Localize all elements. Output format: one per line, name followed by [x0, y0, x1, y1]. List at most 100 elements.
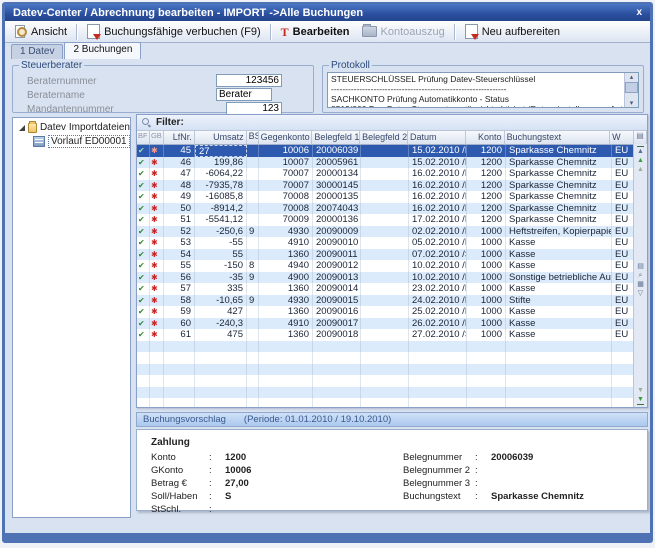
table-row[interactable]: ✔✱56-35949002009001310.02.2010 /Mi1000So…	[137, 272, 647, 284]
kontoauszug-button[interactable]: Kontoauszug	[356, 24, 451, 40]
cell-datum: 07.02.2010 /So	[409, 249, 467, 261]
scroll-up-page-icon[interactable]: ▲	[637, 165, 644, 174]
column-header-lfnr-[interactable]: LfNr.	[164, 131, 195, 145]
table-row[interactable]	[137, 398, 647, 408]
scroll-first-arrow-icon[interactable]: ▲	[637, 147, 644, 156]
protokoll-scrollbar[interactable]: ▴ ▾	[624, 73, 638, 107]
cell-lfnr	[164, 398, 195, 408]
table-row[interactable]: ✔✱5942713602009001625.02.2010 /Do1000Kas…	[137, 306, 647, 318]
column-header-bs[interactable]: BS	[247, 131, 259, 145]
table-row[interactable]	[137, 387, 647, 399]
tree-root-item[interactable]: Datev Importdateien	[19, 122, 130, 133]
table-row[interactable]: ✔✱48-7935,78700073000014516.02.2010 /Di1…	[137, 180, 647, 192]
cell-belegfeld1: 20090009	[313, 226, 361, 238]
table-row[interactable]	[137, 364, 647, 376]
column-header-konto[interactable]: Konto	[466, 131, 505, 145]
cell-bs: 9	[247, 272, 259, 284]
column-header-gb[interactable]: GB	[150, 131, 164, 145]
column-header-w[interactable]: W	[610, 131, 634, 145]
table-row[interactable]: ✔✱55-150849402009001210.02.2010 /Mi1000K…	[137, 260, 647, 272]
table-row[interactable]: ✔✱49-16085,8700082000013516.02.2010 /Di1…	[137, 191, 647, 203]
vorschlag-left-row: Soll/Haben:S	[151, 490, 251, 503]
bf-check-icon: ✔	[138, 204, 145, 213]
table-row[interactable]: ✔✱47-6064,22700072000013416.02.2010 /Di1…	[137, 168, 647, 180]
cell-belegfeld2	[361, 180, 409, 192]
cell-gb: ✱	[150, 214, 164, 226]
ansicht-button[interactable]: Ansicht	[9, 23, 73, 40]
cell-gegenkonto: 1360	[259, 249, 313, 261]
scroll-down-icon[interactable]: ▾	[630, 99, 634, 107]
field-value: 10006	[225, 465, 251, 476]
scroll-down-page-icon[interactable]: ▼	[637, 386, 644, 395]
cell-buchungstext: Sonstige betriebliche Aufwendu	[506, 272, 612, 284]
beratername-field[interactable]	[216, 88, 272, 101]
table-row[interactable]	[137, 341, 647, 353]
mandantennummer-label: Mandantennummer	[27, 104, 114, 115]
scroll-up-icon[interactable]: ▲	[637, 156, 644, 165]
list-view-icon[interactable]: ▦	[637, 280, 644, 289]
tree-expander-icon[interactable]	[19, 125, 25, 131]
scrollbar-thumb[interactable]	[625, 82, 638, 93]
table-row[interactable]: ✔✱5733513602009001423.02.2010 /Di1000Kas…	[137, 283, 647, 295]
filter-funnel-icon[interactable]: ▽	[638, 289, 643, 298]
tree-child-item[interactable]: Vorlauf ED00001	[33, 135, 130, 148]
cell-datum	[409, 375, 467, 387]
cell-umsatz: -250,6	[195, 226, 247, 238]
cell-buchungstext	[506, 352, 612, 364]
scroll-up-icon[interactable]: ▴	[630, 73, 634, 81]
bearbeiten-button[interactable]: T Bearbeiten	[275, 24, 356, 40]
column-header-gegenkonto[interactable]: Gegenkonto	[259, 131, 313, 145]
verbuchen-button[interactable]: Buchungsfähige verbuchen (F9)	[81, 22, 267, 41]
table-row[interactable]	[137, 352, 647, 364]
kontoauszug-icon	[362, 26, 377, 37]
cell-gegenkonto: 1360	[259, 329, 313, 341]
vorlauf-icon	[33, 136, 45, 147]
column-header-bf[interactable]: BF	[137, 131, 150, 145]
search-icon[interactable]: ⌕	[639, 271, 643, 280]
cell-gegenkonto: 4930	[259, 295, 313, 307]
cell-belegfeld1	[313, 352, 361, 364]
table-row[interactable]: ✔✱46199,86100072000596115.02.2010 /Mo120…	[137, 157, 647, 169]
tab-datev[interactable]: 1 Datev	[11, 44, 63, 59]
cell-bs	[247, 387, 259, 399]
tab-buchungen[interactable]: 2 Buchungen	[64, 42, 141, 59]
cell-buchungstext: Kasse	[506, 260, 612, 272]
table-row[interactable]: ✔✱53-5549102009001005.02.2010 /Fr1000Kas…	[137, 237, 647, 249]
cell-bf: ✔	[137, 329, 150, 341]
beraternummer-field[interactable]	[216, 74, 282, 87]
table-row[interactable]: ✔✱50-8914,2700082007404316.02.2010 /Di12…	[137, 203, 647, 215]
gb-flag-icon: ✱	[151, 296, 158, 305]
column-header-datum[interactable]: Datum	[408, 131, 466, 145]
table-row[interactable]: ✔✱6147513602009001827.02.2010 /Sa1000Kas…	[137, 329, 647, 341]
cell-buchungstext: Heftstreifen, Kopierpapier etc	[506, 226, 612, 238]
table-row[interactable]: ✔✱51-5541,12700092000013617.02.2010 /Mi1…	[137, 214, 647, 226]
cell-konto: 1000	[467, 283, 506, 295]
gb-flag-icon: ✱	[151, 181, 158, 190]
table-row[interactable]	[137, 375, 647, 387]
scroll-down-icon[interactable]: ▼	[637, 395, 644, 404]
cell-umsatz: -55	[195, 237, 247, 249]
cell-gegenkonto: 1360	[259, 283, 313, 295]
protokoll-textarea[interactable]: STEUERSCHLÜSSEL Prüfung Datev-Steuerschl…	[327, 72, 639, 108]
cell-gb: ✱	[150, 157, 164, 169]
column-header-belegfeld-1[interactable]: Belegfeld 1	[312, 131, 360, 145]
column-header-umsatz[interactable]: Umsatz	[195, 131, 247, 145]
table-row[interactable]: ✔✱545513602009001107.02.2010 /So1000Kass…	[137, 249, 647, 261]
title-bar[interactable]: Datev-Center / Abrechnung bearbeiten - I…	[5, 4, 650, 21]
table-row[interactable]: ✔✱60-240,349102009001726.02.2010 /Fr1000…	[137, 318, 647, 330]
table-row[interactable]: ✔✱52-250,6949302009000902.02.2010 /Di100…	[137, 226, 647, 238]
table-row[interactable]: ✔✱4527100062000603915.02.2010 /Mo1200Spa…	[137, 145, 647, 157]
cell-datum: 25.02.2010 /Do	[409, 306, 467, 318]
table-row[interactable]: ✔✱58-10,65949302009001524.02.2010 /Mi100…	[137, 295, 647, 307]
filter-bar[interactable]: Filter:	[137, 115, 647, 131]
column-header-belegfeld-2[interactable]: Belegfeld 2	[360, 131, 408, 145]
column-chooser-icon[interactable]: ▤	[634, 131, 647, 145]
close-icon[interactable]: x	[636, 7, 642, 18]
grid-view-icon[interactable]: ▤	[637, 262, 644, 271]
cell-lfnr: 45	[164, 145, 195, 157]
cell-gegenkonto: 70009	[259, 214, 313, 226]
cell-bs	[247, 249, 259, 261]
scroll-last-icon[interactable]	[637, 404, 644, 405]
column-header-buchungstext[interactable]: Buchungstext	[505, 131, 611, 145]
neu-aufbereiten-button[interactable]: Neu aufbereiten	[459, 22, 566, 41]
